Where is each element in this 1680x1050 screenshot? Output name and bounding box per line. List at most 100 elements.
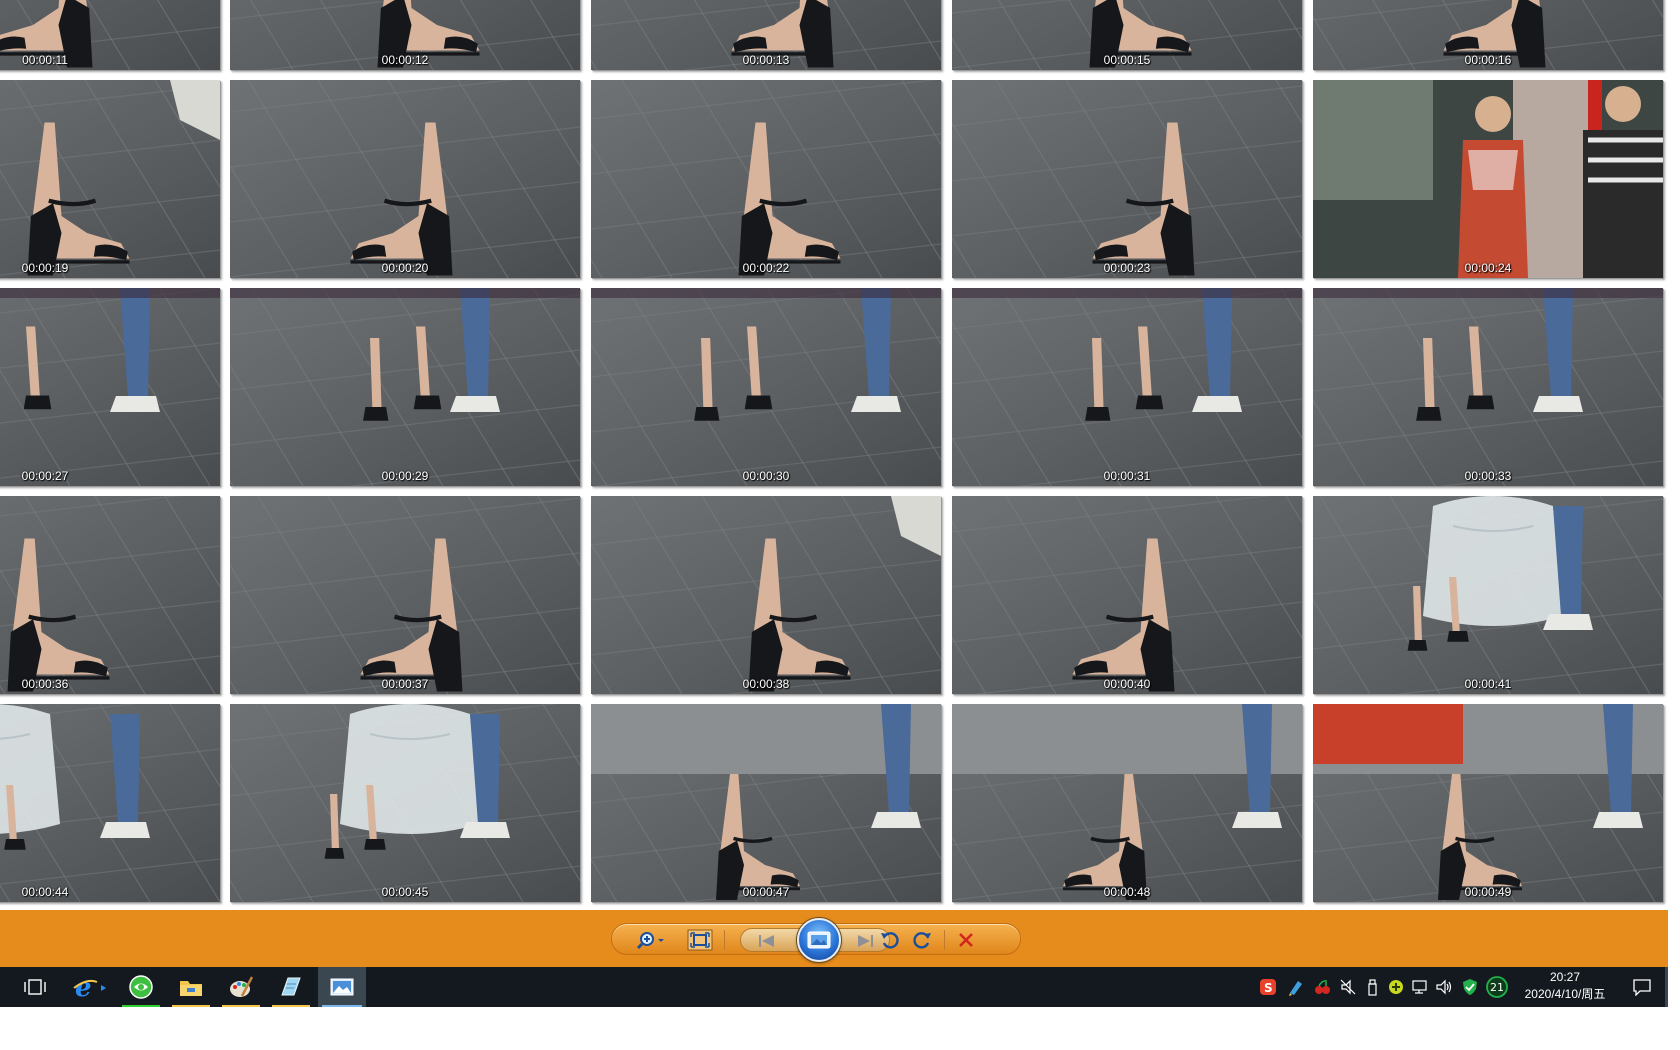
security-shield-tray[interactable]	[1460, 977, 1480, 997]
thumbnail[interactable]: 00:00:16	[1313, 0, 1663, 70]
running-indicator	[172, 1005, 210, 1007]
toolbar-separator	[944, 930, 945, 950]
thumbnail-image	[952, 496, 1302, 694]
thumbnail-image	[1313, 288, 1663, 486]
thumbnail[interactable]: 00:00:40	[952, 496, 1302, 694]
internet-explorer-button[interactable]: e	[66, 967, 114, 1007]
thumbnail-timestamp: 00:00:11	[22, 53, 68, 67]
svg-text:e: e	[75, 974, 92, 1000]
task-view-icon	[24, 979, 46, 995]
slideshow-button[interactable]	[797, 918, 841, 962]
sogou-ime-icon: S	[1260, 979, 1276, 995]
photo-viewer-button[interactable]	[318, 967, 366, 1007]
thumbnail-timestamp: 00:00:12	[381, 53, 429, 67]
viewer-toolbar	[0, 910, 1668, 967]
thumbnail[interactable]: 00:00:15	[952, 0, 1302, 70]
sogou-ime-tray[interactable]: S	[1258, 977, 1278, 997]
speaker-off-tray[interactable]	[1338, 977, 1358, 997]
thumbnail[interactable]: 00:00:49	[1313, 704, 1663, 902]
svg-text:S: S	[1264, 981, 1273, 995]
thumbnail-image	[230, 288, 580, 486]
add-green-tray[interactable]	[1386, 977, 1406, 997]
rotate-left-button[interactable]	[878, 929, 902, 951]
thumbnail-timestamp: 00:00:33	[1464, 469, 1512, 483]
notes-app-icon	[281, 977, 301, 996]
thumbnail-timestamp: 00:00:29	[381, 469, 429, 483]
running-indicator	[222, 1005, 260, 1007]
thumbnail[interactable]: 00:00:19	[0, 80, 220, 278]
usb-drive-icon	[1368, 979, 1377, 996]
system-clock[interactable]: 20:27 2020/4/10/周五	[1510, 969, 1620, 1005]
thumbnail[interactable]: 00:00:47	[591, 704, 941, 902]
network-icon	[1412, 980, 1427, 994]
paint-app-button[interactable]	[218, 967, 264, 1007]
running-indicator	[122, 1005, 160, 1007]
rotate-right-button[interactable]	[910, 929, 934, 951]
thumbnail-image	[591, 288, 941, 486]
thumbnail[interactable]: 00:00:36	[0, 496, 220, 694]
internet-explorer-icon: e	[73, 974, 106, 1000]
thumbnail-timestamp: 00:00:13	[742, 53, 790, 67]
thumbnail[interactable]: 00:00:30	[591, 288, 941, 486]
thumbnail[interactable]: 00:00:29	[230, 288, 580, 486]
thumbnail-timestamp: 00:00:30	[742, 469, 790, 483]
thumbnail-timestamp: 00:00:16	[1464, 53, 1512, 67]
tray-badge-count: 21	[1490, 981, 1504, 994]
thumbnail-image	[0, 288, 220, 486]
security-shield-icon	[1463, 979, 1477, 995]
thumbnail[interactable]: 00:00:23	[952, 80, 1302, 278]
thumbnail[interactable]: 00:00:31	[952, 288, 1302, 486]
thumbnail[interactable]: 00:00:38	[591, 496, 941, 694]
thumbnail-image	[230, 80, 580, 278]
show-desktop-button[interactable]	[1665, 967, 1668, 1007]
thumbnail-timestamp: 00:00:44	[21, 885, 69, 899]
thumbnail-image	[230, 496, 580, 694]
thumbnail-image	[952, 80, 1302, 278]
battery-badge-tray[interactable]: 21	[1486, 976, 1508, 998]
pen-tool-icon	[1289, 981, 1302, 996]
thumbnail[interactable]: 00:00:41	[1313, 496, 1663, 694]
cherries-tray[interactable]	[1312, 977, 1332, 997]
clock-time: 20:27	[1549, 970, 1581, 984]
delete-button[interactable]	[954, 929, 978, 951]
thumbnail-timestamp: 00:00:47	[742, 885, 790, 899]
thumbnail[interactable]: 00:00:48	[952, 704, 1302, 902]
thumbnail[interactable]: 00:00:22	[591, 80, 941, 278]
running-indicator	[322, 1005, 362, 1007]
zoom-button[interactable]	[634, 929, 670, 951]
thumbnail-timestamp: 00:00:37	[381, 677, 429, 691]
previous-button[interactable]	[751, 930, 783, 952]
thumbnail[interactable]: 00:00:24	[1313, 80, 1663, 278]
thumbnail[interactable]: 00:00:12	[230, 0, 580, 70]
notes-app-button[interactable]	[268, 967, 314, 1007]
thumbnail[interactable]: 00:00:44	[0, 704, 220, 902]
slideshow-icon	[807, 931, 831, 949]
skip-previous-icon	[759, 935, 774, 947]
network-tray[interactable]	[1410, 977, 1430, 997]
thumbnail[interactable]: 00:00:33	[1313, 288, 1663, 486]
file-explorer-button[interactable]	[168, 967, 214, 1007]
thumbnail-timestamp: 00:00:38	[742, 677, 790, 691]
file-explorer-icon	[180, 981, 202, 996]
thumbnail-image	[952, 704, 1302, 902]
pen-tool-tray[interactable]	[1286, 977, 1306, 997]
thumbnail[interactable]: 00:00:13	[591, 0, 941, 70]
next-button[interactable]	[849, 930, 881, 952]
thumbnail-timestamp: 00:00:15	[1103, 53, 1151, 67]
thumbnail[interactable]: 00:00:11	[0, 0, 220, 70]
actual-size-button[interactable]	[686, 929, 714, 951]
speaker-off-icon	[1340, 979, 1356, 995]
thumbnail[interactable]: 00:00:37	[230, 496, 580, 694]
thumbnail-image	[952, 288, 1302, 486]
usb-drive-tray[interactable]	[1362, 977, 1382, 997]
thumbnail-timestamp: 00:00:48	[1103, 885, 1151, 899]
thumbnail-timestamp: 00:00:45	[381, 885, 429, 899]
browser-360-button[interactable]	[118, 967, 164, 1007]
volume-tray[interactable]	[1434, 977, 1454, 997]
task-view-button[interactable]	[12, 967, 58, 1007]
thumbnail-timestamp: 00:00:31	[1103, 469, 1151, 483]
thumbnail[interactable]: 00:00:27	[0, 288, 220, 486]
action-center-button[interactable]	[1632, 977, 1652, 997]
thumbnail[interactable]: 00:00:20	[230, 80, 580, 278]
thumbnail[interactable]: 00:00:45	[230, 704, 580, 902]
